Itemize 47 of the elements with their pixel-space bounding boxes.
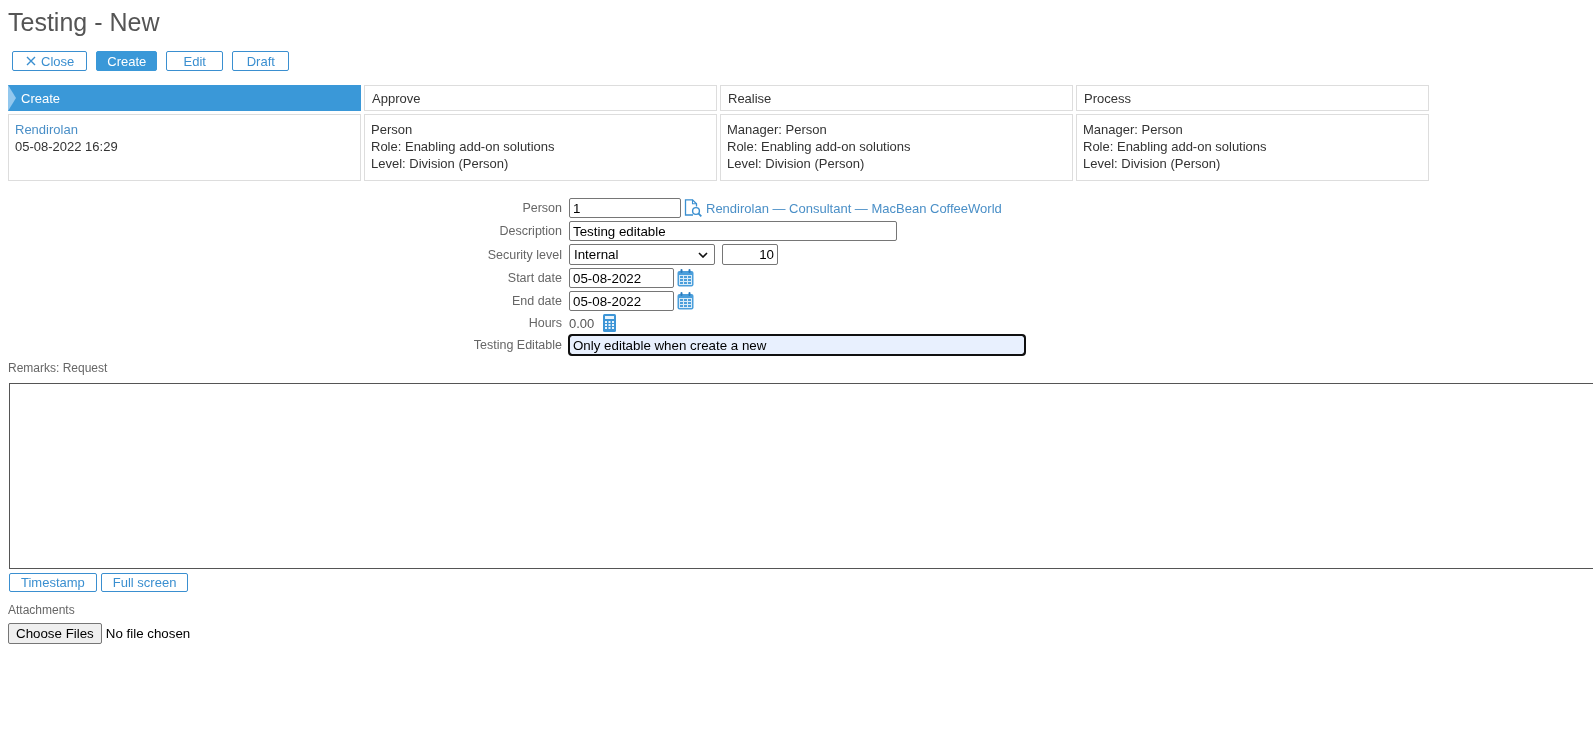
step-arrow-icon (8, 85, 16, 111)
step-detail-text: Manager: Person (1083, 121, 1183, 138)
choose-files-button[interactable]: Choose Files (8, 623, 102, 644)
step-detail-text: 05-08-2022 16:29 (15, 138, 118, 155)
calendar-icon[interactable] (677, 269, 694, 287)
calculator-icon[interactable] (603, 314, 617, 332)
text-field[interactable]: Testing editable (569, 221, 897, 241)
date-field[interactable]: 05-08-2022 (569, 268, 674, 288)
step-title: Approve (372, 90, 421, 106)
user-link[interactable]: Rendirolan (15, 121, 78, 138)
step-detail-text: Level: Division (Person) (371, 155, 509, 172)
remarks-label: Remarks: Request (8, 361, 108, 375)
number-field[interactable]: 10 (722, 244, 778, 265)
editor-button[interactable]: Timestamp (9, 573, 97, 592)
step-title: Process (1084, 90, 1131, 106)
document-search-icon[interactable] (684, 199, 702, 217)
hours-value: 0.00 (569, 315, 595, 331)
attachments-label: Attachments (8, 603, 75, 617)
dropdown[interactable]: Internal (569, 244, 715, 265)
field-label: Start date (507, 271, 562, 285)
calendar-icon[interactable] (677, 292, 694, 310)
text-field[interactable]: 1 (569, 198, 681, 218)
field-label: Testing Editable (473, 338, 562, 352)
page-title: Testing - New (8, 8, 160, 36)
remarks-field[interactable] (9, 383, 1593, 569)
person-link[interactable]: Rendirolan — Consultant — MacBean CoffeeWorld (706, 200, 1002, 216)
close-button[interactable]: Close (12, 51, 88, 71)
step-detail-text: Level: Division (Person) (727, 155, 865, 172)
step-title: Create (21, 90, 61, 106)
step-detail-text: Manager: Person (727, 121, 827, 138)
field-label: Person (522, 201, 562, 215)
step-detail-text: Person (371, 121, 413, 138)
close-icon (26, 56, 36, 66)
step-detail-text: Level: Division (Person) (1083, 155, 1221, 172)
field-label: Hours (528, 316, 562, 330)
step-detail-text: Role: Enabling add-on solutions (371, 138, 555, 155)
file-status-text: No file chosen (105, 626, 191, 641)
step-detail-text: Role: Enabling add-on solutions (727, 138, 911, 155)
field-label: Security level (487, 247, 562, 262)
field-label: Description (499, 224, 562, 238)
text-field[interactable]: Only editable when create a new (569, 335, 1025, 355)
caret-icon (698, 251, 708, 258)
editor-button[interactable]: Full screen (100, 573, 189, 592)
step-title: Realise (728, 90, 772, 106)
date-field[interactable]: 05-08-2022 (569, 291, 674, 311)
field-label: End date (511, 294, 562, 308)
step-detail-text: Role: Enabling add-on solutions (1083, 138, 1267, 155)
